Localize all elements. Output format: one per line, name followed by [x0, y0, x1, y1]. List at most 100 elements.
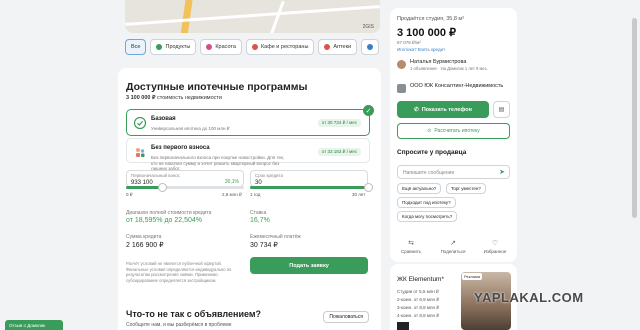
heart-icon: ♡ — [491, 240, 499, 247]
quick-question[interactable]: Когда могу посмотреть? — [397, 211, 458, 222]
complex-title: ЖК Elementum* — [397, 276, 444, 283]
company-logo — [397, 84, 406, 93]
scrollbar[interactable] — [632, 18, 637, 218]
report-title: Что-то не так с объявлением? — [126, 309, 262, 319]
send-icon[interactable]: ➤ — [499, 168, 505, 176]
message-input[interactable]: Напишите сообщение ➤ — [397, 165, 510, 179]
rate-range-label: Диапазон полной стоимости кредита — [126, 210, 212, 216]
listing-sidebar: Продаётся студия, 35,8 м² 3 100 000 ₽ 87… — [390, 8, 517, 258]
button-label: Рассчитать ипотеку — [434, 128, 480, 134]
chip-label: Все — [131, 44, 141, 50]
rate-label: Ставка — [250, 210, 267, 216]
price-caption: стоимость недвижимости — [157, 95, 222, 101]
down-payment-field[interactable]: Первоначальный взнос 933 100 30,1% — [126, 170, 244, 187]
listing-title: Продаётся студия, 35,8 м² — [397, 16, 465, 22]
rate-range-value: от 18,595% до 22,504% — [126, 217, 203, 224]
category-chip-more[interactable] — [361, 39, 380, 55]
listing-actions: ⇆ Сравнить ↗ Поделиться ♡ Избранное — [390, 236, 517, 262]
chip-label: Аптеки — [333, 44, 352, 50]
button-label: Показать телефон — [421, 106, 472, 113]
price-value: 3 100 000 ₽ — [126, 95, 156, 101]
ad-tag: Реклама — [462, 273, 483, 280]
company-name[interactable]: ООО ЮК Консалтинг-Недвижимость — [410, 83, 503, 90]
map-attribution: 2GIS — [362, 24, 374, 30]
price-per-meter: 87 078 ₽/м² — [397, 40, 421, 45]
monthly-payment-value: 30 734 ₽ — [250, 242, 278, 249]
seller-name[interactable]: Наталья Бурмистрова — [410, 59, 466, 65]
feedback-button[interactable]: Отзыв о Домклик — [5, 320, 63, 330]
avatar — [397, 60, 406, 69]
cart-icon — [156, 44, 163, 50]
favorite-button[interactable]: ♡ Избранное — [474, 239, 516, 254]
program-name: Базовая — [151, 116, 176, 122]
location-map[interactable]: 2GIS — [125, 0, 380, 33]
cafe-icon — [251, 44, 258, 50]
complex-offer: 3-комн. от 8,8 млн ₽ — [397, 305, 440, 310]
slider-handle[interactable] — [157, 183, 167, 192]
share-icon: ↗ — [450, 240, 456, 247]
complex-offer: 2-комн. от 6,9 млн ₽ — [397, 297, 440, 302]
report-card: Что-то не так с объявлением? Сообщите на… — [118, 303, 381, 330]
monthly-payment-label: Ежемесячный платёж — [250, 234, 301, 240]
field-label: Первоначальный взнос — [131, 173, 180, 178]
calculate-mortgage-button[interactable]: ⊙ Рассчитать ипотеку — [397, 123, 510, 139]
pharmacy-icon — [324, 44, 331, 50]
action-label: Избранное — [483, 249, 507, 254]
slider-max: 2,8 млн ₽ — [222, 192, 242, 197]
listing-price: 3 100 000 ₽ — [397, 27, 456, 39]
category-chip-pharmacies[interactable]: Аптеки — [318, 39, 358, 55]
disclaimer-note: Расчёт условий не является публичной офе… — [126, 261, 232, 283]
quick-question[interactable]: Ещё актуально? — [397, 183, 442, 194]
program-basic[interactable]: Базовая Универсальная ипотека до 100 млн… — [126, 105, 374, 136]
report-button[interactable]: Пожаловаться — [323, 311, 369, 323]
mortgage-link[interactable]: Ипотека? Взять кредит — [397, 47, 445, 52]
chip-label: Красота — [215, 44, 236, 50]
compare-icon: ⇆ — [408, 240, 414, 247]
category-chip-cafes[interactable]: Кафе и рестораны — [245, 39, 315, 55]
developer-logo — [397, 322, 409, 330]
complex-offer: Студии от 5,5 млн ₽ — [397, 289, 439, 294]
credit-sum-value: 2 166 900 ₽ — [126, 242, 164, 249]
quick-question[interactable]: Подходит под ипотеку? — [397, 197, 456, 208]
category-chip-beauty[interactable]: Красота — [200, 39, 242, 55]
program-name: Без первого взноса — [151, 145, 210, 151]
chip-label: Кафе и рестораны — [260, 44, 309, 50]
message-icon[interactable]: ▤ — [493, 101, 510, 118]
mortgage-title: Доступные ипотечные программы — [126, 81, 308, 93]
credit-sum-label: Сумма кредита — [126, 234, 162, 240]
watermark: YAPLAKAL.COM — [474, 290, 584, 305]
report-subtitle: Сообщите нам, и мы разберёмся в проблеме — [126, 322, 232, 328]
quick-question[interactable]: Торг уместен? — [446, 183, 486, 194]
percent-icon — [134, 117, 146, 129]
mortgage-card: Доступные ипотечные программы 3 100 000 … — [118, 68, 381, 330]
ask-seller-title: Спросите у продавца — [397, 149, 467, 156]
calculator-icon: ⊙ — [427, 128, 432, 134]
chip-label: Продукты — [165, 44, 191, 50]
compare-button[interactable]: ⇆ Сравнить — [390, 239, 432, 254]
beauty-icon — [206, 44, 213, 50]
slider-max: 30 лет — [352, 192, 366, 197]
slider-handle[interactable] — [364, 183, 373, 192]
loan-term-field[interactable]: Срок кредита 30 — [250, 170, 368, 187]
show-phone-button[interactable]: ✆ Показать телефон — [397, 101, 489, 118]
mortgage-price: 3 100 000 ₽ стоимость недвижимости — [126, 95, 222, 101]
program-no-down-payment[interactable]: Без первого взноса Без первоначального в… — [126, 138, 370, 171]
program-payment-badge: от 30 734 ₽ / мес — [317, 119, 361, 127]
poi-category-bar: Все Продукты Красота Кафе и рестораны Ап… — [125, 39, 380, 55]
seller-info: 1 объявление · На Домклик 1 лет 9 мес. — [410, 66, 488, 71]
category-chip-all[interactable]: Все — [125, 39, 147, 55]
down-payment-slider[interactable] — [126, 183, 244, 192]
category-chip-products[interactable]: Продукты — [150, 39, 197, 55]
slider-min: 0 ₽ — [126, 192, 133, 197]
loan-term-slider[interactable] — [250, 183, 373, 192]
share-button[interactable]: ↗ Поделиться — [432, 239, 474, 254]
slider-fill — [126, 186, 162, 189]
more-icon — [367, 44, 374, 50]
slider-fill — [250, 186, 368, 189]
action-label: Поделиться — [440, 249, 466, 254]
phone-icon: ✆ — [414, 106, 419, 113]
family-icon — [136, 148, 145, 157]
complex-offer: 4-комн. от 8,8 млн ₽ — [397, 313, 440, 318]
program-payment-badge: от 33 183 ₽ / мес — [317, 148, 361, 156]
apply-button[interactable]: Подать заявку — [250, 257, 368, 274]
